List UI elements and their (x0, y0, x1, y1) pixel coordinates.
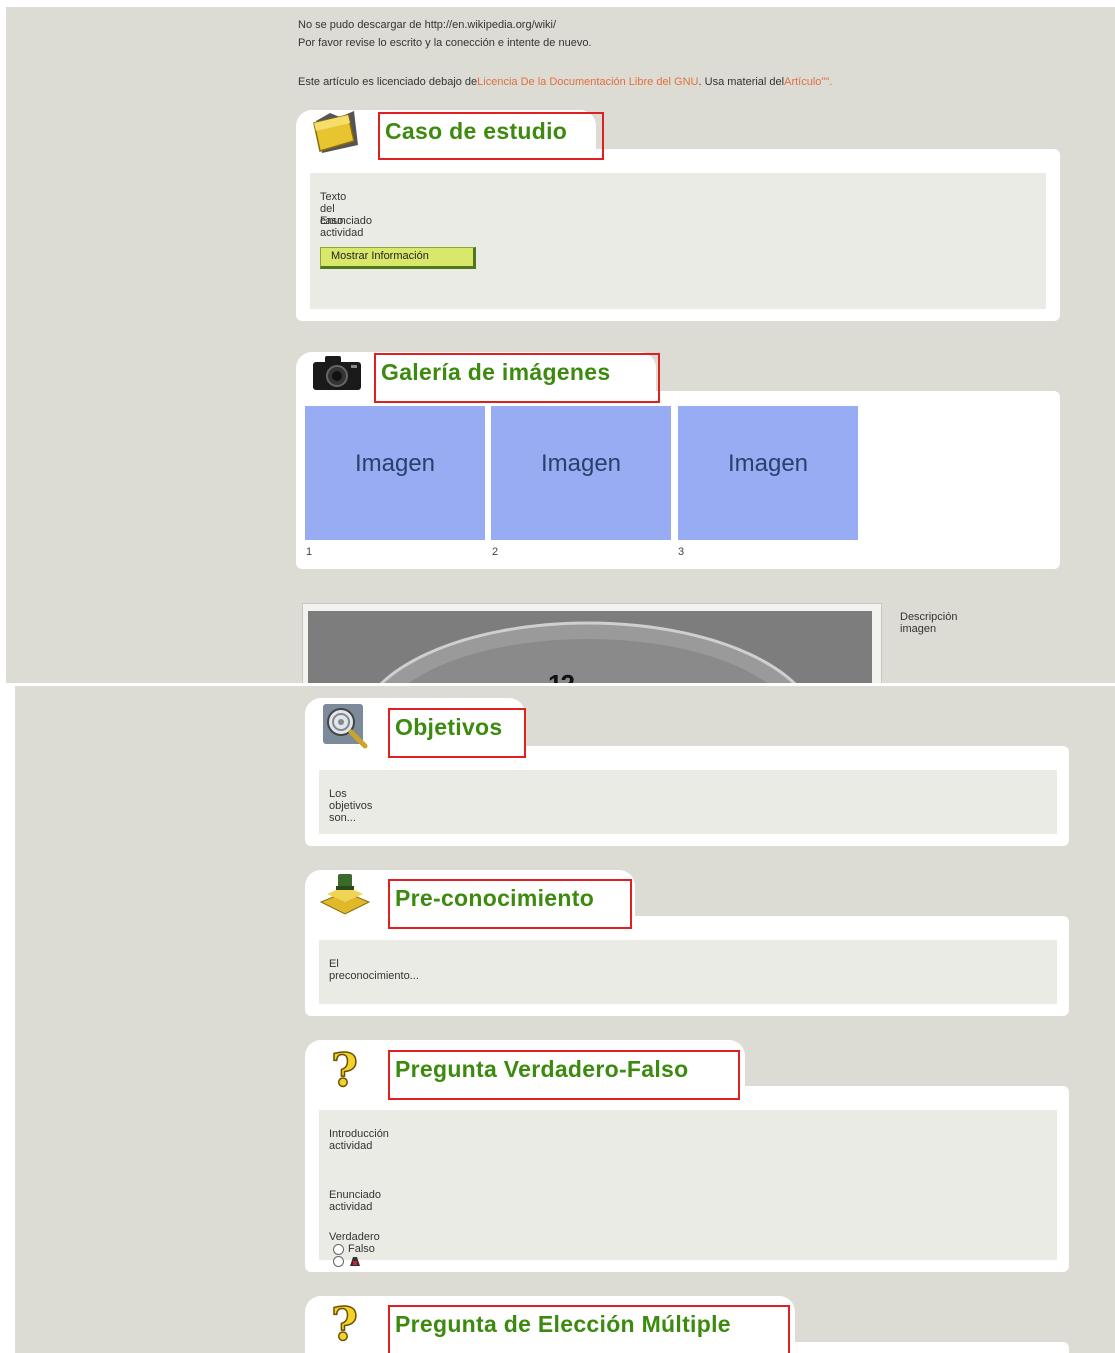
gallery-image-number-1: 1 (306, 546, 313, 558)
license-link[interactable]: Licencia De la Documentación Libre del G… (477, 76, 698, 88)
image-description: Descripción imagen (900, 611, 958, 635)
article-link[interactable]: Artículo"". (784, 76, 832, 88)
question-mark-icon: ? (327, 1042, 367, 1098)
svg-text:12: 12 (548, 669, 575, 683)
gallery-image-2[interactable]: Imagen (491, 406, 671, 540)
objectives-content (319, 770, 1057, 834)
case-study-content (310, 173, 1046, 309)
true-radio[interactable] (333, 1243, 344, 1255)
true-false-options: VerdaderoFalso (329, 1231, 380, 1267)
license-middle: . Usa material del (698, 76, 785, 88)
license-line: Este artículo es licenciado debajo deLic… (298, 76, 832, 88)
objectives-title: Objetivos (388, 708, 526, 758)
top-panel: No se pudo descargar de http://en.wikipe… (6, 7, 1115, 683)
feedback-icon[interactable] (348, 1255, 362, 1267)
folder-icon (310, 107, 364, 155)
show-info-button[interactable]: Mostrar Información (320, 247, 476, 269)
multiple-choice-title: Pregunta de Elección Múltiple (388, 1305, 790, 1353)
gallery-image-number-2: 2 (492, 546, 499, 558)
false-radio[interactable] (333, 1255, 344, 1267)
preknowledge-text: El preconocimiento... (329, 958, 419, 982)
magnifier-target-icon (321, 702, 369, 750)
error-message-line2: Por favor revise lo escrito y la conecci… (298, 37, 592, 49)
preknowledge-icon (317, 872, 373, 920)
preknowledge-title: Pre-conocimiento (388, 879, 632, 929)
camera-icon (311, 352, 363, 392)
true-false-title: Pregunta Verdadero-Falso (388, 1050, 740, 1100)
gallery-viewer-image[interactable]: 12 (308, 611, 872, 683)
objectives-text: Los objetivos son... (329, 788, 373, 824)
case-statement: Enunciado actividad (320, 215, 372, 239)
true-false-statement: Enunciado actividad (329, 1189, 381, 1213)
true-label: Verdadero (329, 1231, 380, 1243)
svg-text:?: ? (331, 1043, 358, 1092)
question-mark-icon: ? (327, 1296, 367, 1352)
bottom-panel: Objetivos Los objetivos son... Pre-conoc… (15, 686, 1115, 1353)
preknowledge-content (319, 940, 1057, 1004)
license-prefix: Este artículo es licenciado debajo de (298, 76, 478, 88)
true-false-intro: Introducción actividad (329, 1128, 389, 1152)
gallery-image-3[interactable]: Imagen (678, 406, 858, 540)
gallery-image-1[interactable]: Imagen (305, 406, 485, 540)
error-message-line1: No se pudo descargar de http://en.wikipe… (298, 19, 557, 31)
case-study-title: Caso de estudio (378, 112, 604, 160)
svg-text:?: ? (331, 1297, 358, 1346)
gallery-image-number-3: 3 (678, 546, 685, 558)
true-false-content (319, 1110, 1057, 1260)
gallery-title: Galería de imágenes (374, 353, 660, 403)
false-label: Falso (348, 1243, 375, 1255)
